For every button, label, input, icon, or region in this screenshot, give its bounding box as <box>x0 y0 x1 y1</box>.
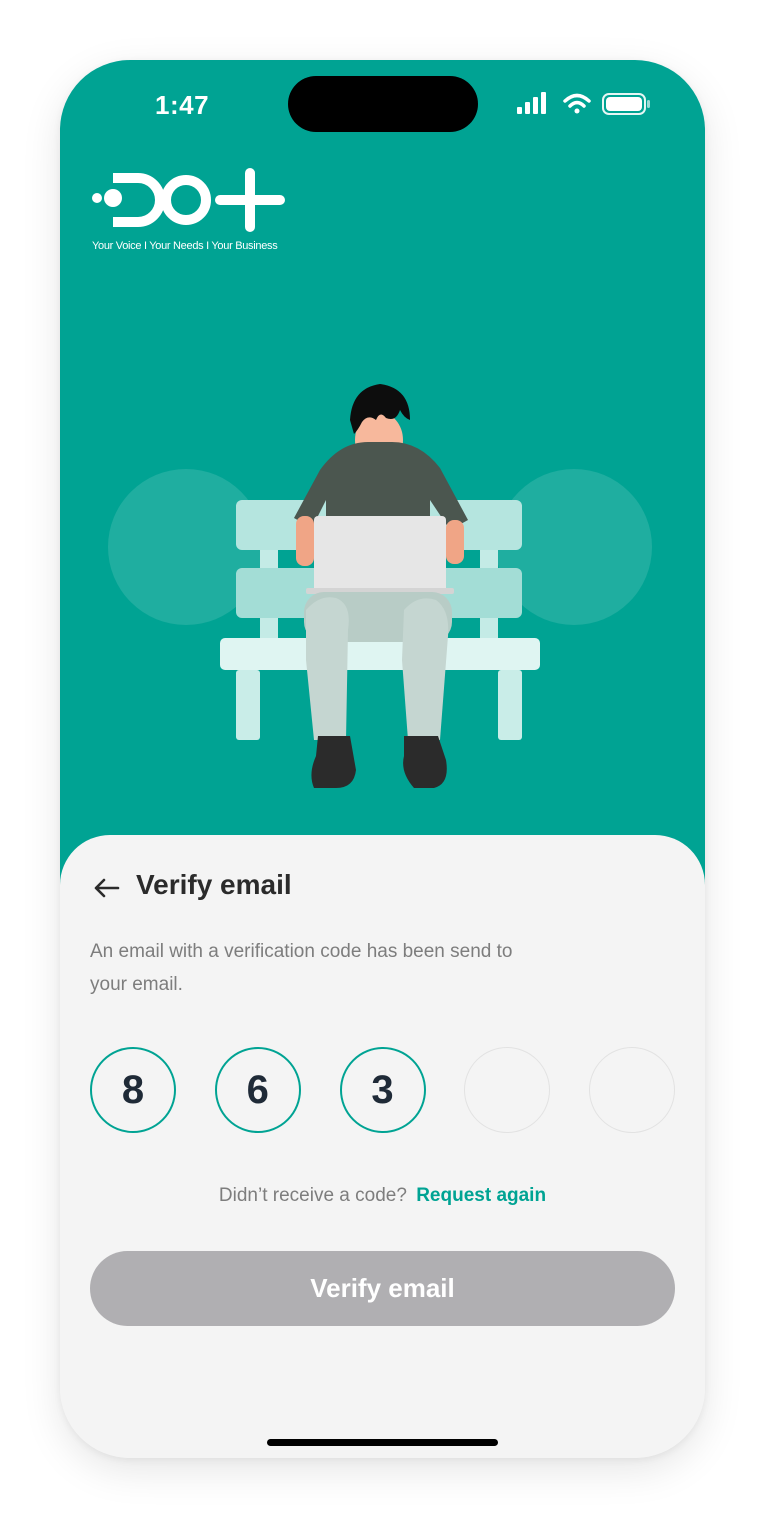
otp-digit-3[interactable]: 3 <box>339 1047 426 1133</box>
verification-description: An email with a verification code has be… <box>90 941 513 995</box>
brand-tagline: Your Voice I Your Needs I Your Business <box>92 240 278 252</box>
hero-banner: 1:47 Your Voice I Your Needs I Your Busi… <box>60 60 705 890</box>
dynamic-island <box>288 76 478 132</box>
back-arrow-icon[interactable] <box>90 871 124 905</box>
request-again-link[interactable]: Request again <box>416 1185 546 1206</box>
home-indicator <box>267 1439 498 1446</box>
wifi-icon <box>563 93 591 114</box>
resend-prompt: Didn’t receive a code? <box>218 1185 407 1206</box>
battery-icon <box>602 93 650 115</box>
otp-digit-2[interactable]: 6 <box>214 1047 301 1133</box>
otp-digit-4[interactable] <box>464 1047 551 1133</box>
otp-digit-5[interactable] <box>589 1047 675 1133</box>
otp-digit-1[interactable]: 8 <box>90 1047 176 1133</box>
signal-icon <box>517 92 546 114</box>
otp-input-group: 8 6 3 <box>90 1047 675 1137</box>
hero-illustration <box>108 384 652 788</box>
verify-email-button[interactable]: Verify email <box>90 1251 675 1326</box>
phone-frame: 1:47 Your Voice I Your Needs I Your Busi… <box>60 60 705 1458</box>
verify-sheet: Verify email An email with a verificatio… <box>60 835 705 1458</box>
status-icons <box>517 92 650 115</box>
status-time: 1:47 <box>155 90 210 120</box>
page-title: Verify email <box>136 869 292 900</box>
resend-row: Didn’t receive a code? Request again <box>60 1185 705 1207</box>
